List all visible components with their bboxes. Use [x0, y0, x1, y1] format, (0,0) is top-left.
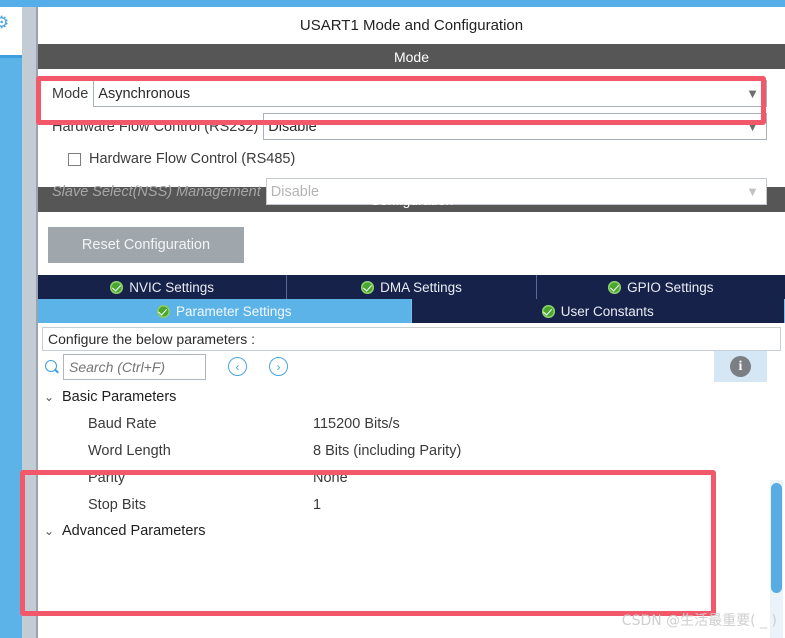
- info-button[interactable]: i: [714, 351, 767, 382]
- mode-section-body: Mode Asynchronous ▼ Hardware Flow Contro…: [38, 69, 785, 205]
- page-title: USART1 Mode and Configuration: [38, 7, 785, 44]
- group-basic-parameters[interactable]: ⌄ Basic Parameters: [38, 384, 785, 410]
- slave-select-nss-label: Slave Select(NSS) Management: [52, 183, 261, 200]
- param-name-word-length: Word Length: [88, 442, 171, 459]
- mode-section-header: Mode: [38, 44, 785, 69]
- table-row[interactable]: Baud Rate 115200 Bits/s: [38, 410, 785, 437]
- parameter-tree: ⌄ Basic Parameters Baud Rate 115200 Bits…: [38, 382, 785, 544]
- param-value-parity[interactable]: None: [313, 470, 348, 486]
- tab-parameter-settings-label: Parameter Settings: [175, 303, 292, 319]
- tab-dma-settings[interactable]: DMA Settings: [287, 275, 537, 299]
- param-name-parity: Parity: [88, 469, 126, 486]
- reset-configuration-button[interactable]: Reset Configuration: [48, 227, 244, 263]
- hardware-flow-control-rs232-label: Hardware Flow Control (RS232): [52, 118, 259, 135]
- info-icon: i: [730, 356, 751, 377]
- hardware-flow-control-rs232-row: Hardware Flow Control (RS232) Disable ▼: [38, 113, 785, 140]
- check-circle-icon: [608, 280, 622, 294]
- group-advanced-parameters[interactable]: ⌄ Advanced Parameters: [38, 518, 785, 544]
- tab-gpio-settings[interactable]: GPIO Settings: [536, 275, 785, 299]
- table-row[interactable]: Stop Bits 1: [38, 491, 785, 518]
- vertical-divider: [22, 7, 37, 638]
- group-advanced-parameters-label: Advanced Parameters: [62, 523, 206, 539]
- hardware-flow-control-rs485-row[interactable]: Hardware Flow Control (RS485): [38, 146, 785, 172]
- chevron-down-icon: ▼: [746, 119, 759, 134]
- tab-dma-settings-label: DMA Settings: [380, 279, 462, 295]
- watermark: CSDN @生活最重要( _ ): [621, 613, 777, 629]
- check-circle-icon: [110, 280, 124, 294]
- table-row[interactable]: Parity None: [38, 464, 785, 491]
- hardware-flow-control-rs485-label: Hardware Flow Control (RS485): [89, 151, 296, 167]
- tab-user-constants-label: User Constants: [560, 303, 654, 319]
- reset-configuration-wrap: Reset Configuration: [38, 212, 785, 275]
- gear-icon[interactable]: ⚙: [0, 14, 12, 32]
- configure-hint: Configure the below parameters :: [42, 327, 781, 351]
- usart-config-panel: USART1 Mode and Configuration Mode Mode …: [38, 7, 785, 638]
- vertical-scrollbar-thumb[interactable]: [771, 483, 782, 593]
- check-circle-icon: [156, 304, 170, 318]
- tab-user-constants[interactable]: User Constants: [411, 299, 785, 323]
- mode-row: Mode Asynchronous ▼: [38, 80, 785, 107]
- check-circle-icon: [361, 280, 375, 294]
- settings-tab-row-secondary: Parameter Settings User Constants: [38, 299, 785, 323]
- param-name-baud-rate: Baud Rate: [88, 415, 157, 432]
- group-basic-parameters-label: Basic Parameters: [62, 389, 177, 405]
- tab-nvic-settings-label: NVIC Settings: [129, 279, 215, 295]
- table-row[interactable]: Word Length 8 Bits (including Parity): [38, 437, 785, 464]
- mode-label: Mode: [52, 85, 89, 102]
- param-value-baud-rate[interactable]: 115200 Bits/s: [313, 416, 400, 432]
- chevron-right-icon[interactable]: ›: [269, 357, 288, 376]
- hardware-flow-control-rs232-value: Disable: [268, 118, 317, 135]
- slave-select-nss-dropdown: Disable ▼: [265, 178, 767, 205]
- check-circle-icon: [541, 304, 555, 318]
- left-blue-sidebar[interactable]: [0, 58, 22, 638]
- tab-nvic-settings[interactable]: NVIC Settings: [38, 275, 288, 299]
- hardware-flow-control-rs232-dropdown[interactable]: Disable ▼: [263, 113, 767, 140]
- param-value-stop-bits[interactable]: 1: [313, 497, 321, 513]
- search-input[interactable]: [63, 353, 206, 380]
- param-value-word-length[interactable]: 8 Bits (including Parity): [313, 443, 461, 459]
- hardware-flow-control-rs485-checkbox[interactable]: [68, 152, 81, 166]
- search-icon: [44, 359, 60, 375]
- param-name-stop-bits: Stop Bits: [88, 496, 147, 513]
- mode-dropdown[interactable]: Asynchronous ▼: [93, 80, 767, 107]
- tab-gpio-settings-label: GPIO Settings: [627, 279, 714, 295]
- mode-dropdown-value: Asynchronous: [98, 85, 191, 102]
- settings-tab-row-primary: NVIC Settings DMA Settings GPIO Settings: [38, 275, 785, 299]
- slave-select-nss-value: Disable: [270, 183, 320, 200]
- top-accent-bar: [0, 0, 785, 7]
- chevron-down-icon: ▼: [746, 184, 759, 199]
- chevron-down-icon: ▼: [746, 86, 759, 101]
- chevron-left-icon[interactable]: ‹: [228, 357, 247, 376]
- tab-parameter-settings[interactable]: Parameter Settings: [38, 299, 412, 323]
- chevron-down-icon[interactable]: ⌄: [44, 524, 54, 538]
- chevron-down-icon[interactable]: ⌄: [44, 390, 54, 404]
- search-toolbar: ‹ › i: [38, 351, 785, 382]
- configuration-section-body: Reset Configuration NVIC Settings DMA Se…: [38, 212, 785, 544]
